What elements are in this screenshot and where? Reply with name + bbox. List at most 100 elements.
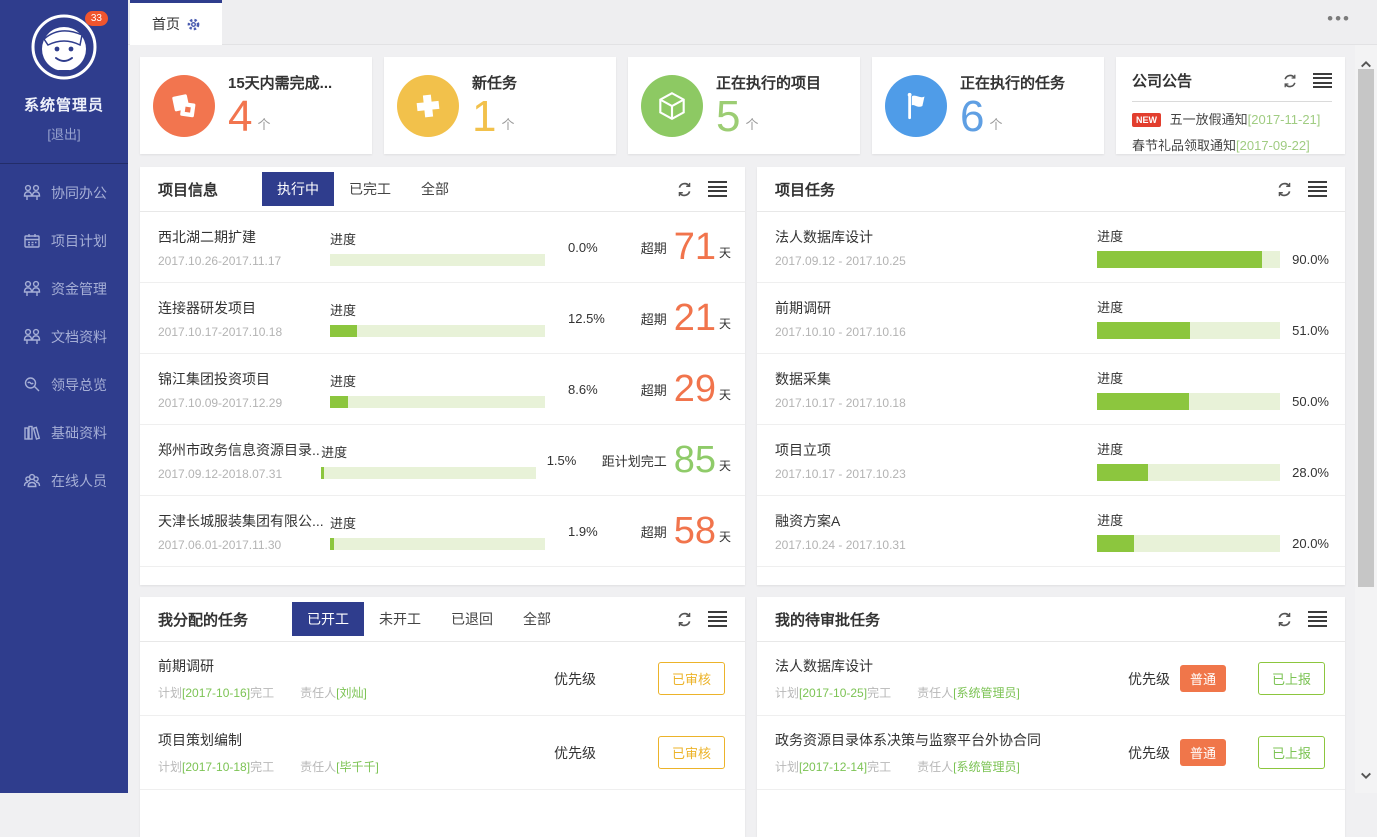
- days-unit: 天: [719, 457, 731, 474]
- approval-task-row[interactable]: 法人数据库设计 计划[2017-10-25]完工责任人[系统管理员] 优先级 普…: [757, 642, 1345, 716]
- new-badge: NEW: [1132, 113, 1161, 127]
- sidebar-item-leader-overview[interactable]: 领导总览: [0, 361, 128, 409]
- stat-card-active-projects[interactable]: 正在执行的项目 5 个: [628, 57, 860, 154]
- sidebar-item-basic-data[interactable]: 基础资料: [0, 409, 128, 457]
- main-content: 15天内需完成... 4 个 新任务 1 个: [128, 45, 1355, 793]
- done-label: 完工: [250, 686, 274, 700]
- progress-label: 进度: [330, 300, 568, 319]
- project-dates: 2017.10.09-2017.12.29: [158, 396, 330, 410]
- task-name: 法人数据库设计: [775, 227, 1097, 247]
- sidebar-item-label: 协同办公: [51, 183, 107, 203]
- refresh-icon[interactable]: [676, 181, 693, 198]
- owner-name: [刘灿]: [336, 686, 367, 700]
- tab-completed[interactable]: 已完工: [334, 172, 406, 206]
- task-dates: 2017.10.10 - 2017.10.16: [775, 325, 1097, 339]
- project-row[interactable]: 郑州市政务信息资源目录...2017.09.12-2018.07.31 进度 1…: [140, 425, 745, 496]
- menu-icon[interactable]: [708, 611, 727, 627]
- task-dates: 2017.10.24 - 2017.10.31: [775, 538, 1097, 552]
- stat-value: 6: [960, 94, 984, 140]
- reviewed-button[interactable]: 已审核: [658, 662, 725, 695]
- progress-bar: [1097, 393, 1280, 410]
- task-row[interactable]: 法人数据库设计2017.09.12 - 2017.10.25 进度 90.0%: [757, 212, 1345, 283]
- menu-icon[interactable]: [708, 181, 727, 197]
- progress-bar: [1097, 464, 1280, 481]
- sidebar-item-project-plan[interactable]: 项目计划: [0, 217, 128, 265]
- sidebar-item-documents[interactable]: 文档资料: [0, 313, 128, 361]
- tab-bar: 首页 •••: [128, 0, 1377, 45]
- approval-tasks-panel: 我的待审批任务 法人数据库设计 计划[2017-10-25]完工责任人[系统管理…: [757, 597, 1345, 837]
- refresh-icon[interactable]: [1282, 73, 1298, 89]
- scroll-down-arrow[interactable]: [1355, 767, 1377, 785]
- priority-label: 优先级: [1128, 743, 1170, 763]
- stat-unit: 个: [745, 114, 758, 133]
- menu-icon[interactable]: [1308, 181, 1327, 197]
- stat-card-due-15-days[interactable]: 15天内需完成... 4 个: [140, 57, 372, 154]
- days-count: 85: [674, 441, 716, 479]
- sidebar-item-funds[interactable]: 资金管理: [0, 265, 128, 313]
- refresh-icon[interactable]: [1276, 181, 1293, 198]
- tab-home[interactable]: 首页: [130, 0, 222, 45]
- project-dates: 2017.10.17-2017.10.18: [158, 325, 330, 339]
- progress-percent: 20.0%: [1292, 536, 1329, 551]
- tab-all[interactable]: 全部: [406, 172, 464, 206]
- stat-card-active-tasks[interactable]: 正在执行的任务 6 个: [872, 57, 1104, 154]
- days-count: 21: [674, 299, 716, 337]
- refresh-icon[interactable]: [676, 611, 693, 628]
- owner-name: [系统管理员]: [953, 686, 1020, 700]
- progress-bar: [330, 538, 545, 550]
- owner-name: [系统管理员]: [953, 760, 1020, 774]
- logout-link[interactable]: [退出]: [0, 124, 128, 143]
- tab-home-label: 首页: [152, 14, 180, 34]
- project-row[interactable]: 连接器研发项目2017.10.17-2017.10.18 进度 12.5% 超期…: [140, 283, 745, 354]
- project-dates: 2017.06.01-2017.11.30: [158, 538, 330, 552]
- days-count: 29: [674, 370, 716, 408]
- sidebar-item-online-users[interactable]: 在线人员: [0, 457, 128, 505]
- task-name: 前期调研: [158, 656, 554, 676]
- project-row[interactable]: 锦江集团投资项目2017.10.09-2017.12.29 进度 8.6% 超期…: [140, 354, 745, 425]
- reported-button[interactable]: 已上报: [1258, 736, 1325, 769]
- panel-title: 我的待审批任务: [775, 609, 880, 630]
- task-row[interactable]: 融资方案A2017.10.24 - 2017.10.31 进度 20.0%: [757, 496, 1345, 567]
- assigned-tasks-tabs: 已开工 未开工 已退回 全部: [292, 602, 566, 636]
- progress-label: 进度: [321, 442, 547, 461]
- approval-task-row[interactable]: 政务资源目录体系决策与监察平台外协合同 计划[2017-12-14]完工责任人[…: [757, 716, 1345, 790]
- project-row[interactable]: 西北湖二期扩建2017.10.26-2017.11.17 进度 0.0% 超期7…: [140, 212, 745, 283]
- assigned-task-row[interactable]: 前期调研 计划[2017-10-16]完工责任人[刘灿] 优先级 已审核: [140, 642, 745, 716]
- task-name: 数据采集: [775, 369, 1097, 389]
- owner-label: 责任人: [300, 686, 336, 700]
- tab-all[interactable]: 全部: [508, 602, 566, 636]
- menu-icon[interactable]: [1313, 73, 1332, 89]
- gear-icon[interactable]: [187, 18, 200, 31]
- sidebar-item-collab-office[interactable]: 协同办公: [0, 169, 128, 217]
- stat-card-new-tasks[interactable]: 新任务 1 个: [384, 57, 616, 154]
- project-name: 锦江集团投资项目: [158, 369, 330, 389]
- plan-date: [2017-10-18]: [182, 760, 250, 774]
- announcement-item[interactable]: 春节礼品领取通知[2017-09-22]: [1132, 135, 1332, 154]
- more-menu-button[interactable]: •••: [1327, 9, 1351, 29]
- task-row[interactable]: 前期调研2017.10.10 - 2017.10.16 进度 51.0%: [757, 283, 1345, 354]
- tab-not-started[interactable]: 未开工: [364, 602, 436, 636]
- refresh-icon[interactable]: [1276, 611, 1293, 628]
- tab-in-progress[interactable]: 执行中: [262, 172, 334, 206]
- progress-bar: [330, 254, 545, 266]
- tab-returned[interactable]: 已退回: [436, 602, 508, 636]
- assigned-task-row[interactable]: 项目策划编制 计划[2017-10-18]完工责任人[毕千千] 优先级 已审核: [140, 716, 745, 790]
- owner-label: 责任人: [300, 760, 336, 774]
- menu-icon[interactable]: [1308, 611, 1327, 627]
- announcement-item[interactable]: NEW 五一放假通知[2017-11-21]: [1132, 109, 1332, 128]
- task-row[interactable]: 项目立项2017.10.17 - 2017.10.23 进度 28.0%: [757, 425, 1345, 496]
- avatar[interactable]: 33: [30, 13, 98, 81]
- scrollbar-thumb[interactable]: [1358, 69, 1374, 587]
- task-name: 项目策划编制: [158, 730, 554, 750]
- task-name: 法人数据库设计: [775, 656, 1128, 676]
- priority-badge: 普通: [1180, 665, 1226, 692]
- reviewed-button[interactable]: 已审核: [658, 736, 725, 769]
- owner-label: 责任人: [917, 760, 953, 774]
- tab-started[interactable]: 已开工: [292, 602, 364, 636]
- priority-label: 优先级: [554, 669, 596, 689]
- plan-label: 计划: [775, 760, 799, 774]
- reported-button[interactable]: 已上报: [1258, 662, 1325, 695]
- scrollbar[interactable]: [1355, 45, 1377, 793]
- task-row[interactable]: 数据采集2017.10.17 - 2017.10.18 进度 50.0%: [757, 354, 1345, 425]
- project-row[interactable]: 天津长城服装集团有限公...2017.06.01-2017.11.30 进度 1…: [140, 496, 745, 567]
